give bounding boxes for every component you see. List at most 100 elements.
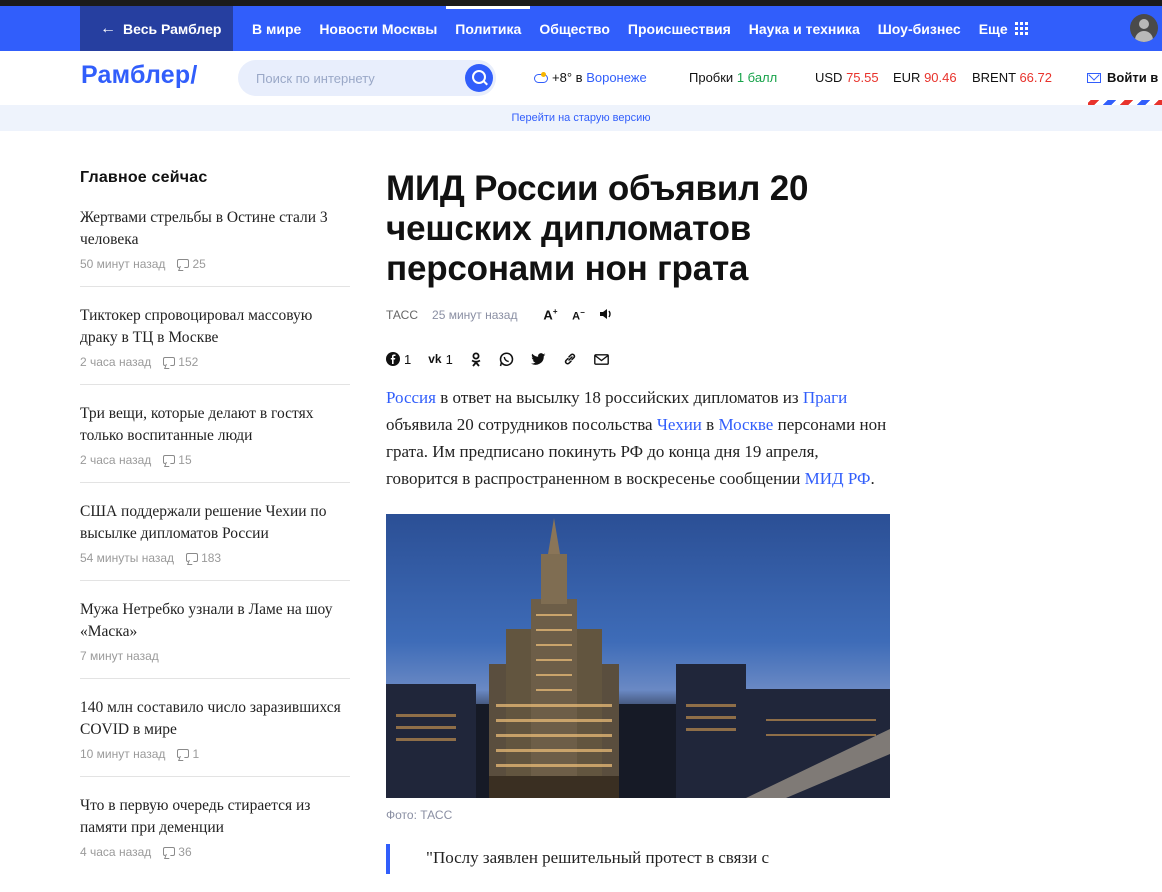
list-item[interactable]: Тиктокер спровоцировал массовую драку в …: [80, 305, 350, 385]
currency-eur[interactable]: EUR 90.46: [893, 70, 957, 85]
nav-item-world[interactable]: В мире: [243, 6, 310, 51]
odnoklassniki-icon: [471, 352, 481, 367]
font-decrease-button[interactable]: A−: [569, 308, 587, 323]
currency-value: 75.55: [846, 70, 879, 85]
share-facebook-count: 1: [404, 351, 412, 367]
currency-code: BRENT: [972, 70, 1016, 85]
nav-item-science[interactable]: Наука и техника: [740, 6, 869, 51]
comment-icon: [163, 847, 176, 856]
email-icon: [593, 353, 609, 365]
nav-item-label: Политика: [455, 20, 522, 37]
comment-count: 15: [178, 452, 192, 467]
share-whatsapp-button[interactable]: [499, 351, 514, 367]
comment-count: 36: [178, 844, 192, 859]
list-item[interactable]: Мужа Нетребко узнали в Ламе на шоу «Маск…: [80, 599, 350, 679]
search-button[interactable]: [465, 64, 493, 92]
twitter-icon: [530, 352, 546, 365]
sidebar-title: Главное сейчас: [80, 169, 208, 186]
nav-item-label: Еще: [978, 20, 1008, 37]
link-prague[interactable]: Праги: [803, 388, 847, 407]
news-headline[interactable]: 140 млн составило число заразившихся COV…: [80, 697, 348, 741]
currency-code: USD: [815, 70, 843, 85]
traffic-value: 1 балл: [736, 70, 778, 85]
share-ok-button[interactable]: [470, 352, 482, 367]
share-twitter-button[interactable]: [530, 352, 546, 366]
currency-usd[interactable]: USD 75.55: [815, 70, 879, 85]
nav-item-label: Наука и техника: [748, 20, 860, 37]
sidebar-news-list: Жертвами стрельбы в Остине стали 3 челов…: [80, 207, 350, 874]
currency-value: 90.46: [924, 70, 957, 85]
copy-link-button[interactable]: [563, 352, 577, 366]
link-mid[interactable]: МИД РФ: [805, 469, 871, 488]
article-title: МИД России объявил 20 чешских дипломатов…: [386, 169, 809, 288]
weather-cloud-sun-icon: [534, 72, 548, 83]
user-avatar[interactable]: [1130, 14, 1158, 42]
nav-item-label: Шоу-бизнес: [877, 20, 961, 37]
article-photo[interactable]: [386, 514, 890, 798]
nav-item-label: В мире: [252, 20, 302, 37]
news-time: 50 минут назад: [80, 256, 166, 271]
list-item[interactable]: США поддержали решение Чехии по высылке …: [80, 501, 350, 581]
currency-brent[interactable]: BRENT 66.72: [972, 70, 1052, 85]
share-bar: 1 vk 1: [386, 350, 891, 368]
photo-caption: Фото: ТАСС: [386, 808, 453, 822]
comment-icon: [163, 455, 176, 464]
list-item[interactable]: Три вещи, которые делают в гостях только…: [80, 403, 350, 483]
body-text: объявила 20 сотрудников посольства: [386, 415, 657, 434]
rambler-logo[interactable]: Рамблер/: [81, 61, 198, 90]
body-text: .: [870, 469, 875, 488]
share-vk-button[interactable]: vk 1: [428, 352, 453, 367]
article-source[interactable]: ТАСС: [386, 308, 418, 322]
news-headline[interactable]: Жертвами стрельбы в Остине стали 3 челов…: [80, 207, 348, 251]
back-to-rambler-label: Весь Рамблер: [123, 20, 222, 37]
vk-icon: vk: [428, 352, 442, 366]
share-facebook-button[interactable]: 1: [386, 352, 411, 367]
nav-item-incidents[interactable]: Происшествия: [619, 6, 740, 51]
comment-count: 152: [178, 354, 199, 369]
list-item[interactable]: Жертвами стрельбы в Остине стали 3 челов…: [80, 207, 350, 287]
speaker-icon[interactable]: [597, 308, 615, 323]
font-decrease-label: A: [572, 310, 581, 323]
article-time: 25 минут назад: [432, 308, 518, 322]
traffic-widget[interactable]: Пробки 1 балл: [689, 70, 777, 85]
mail-login-label: Войти в п: [1107, 70, 1162, 85]
nav-item-moscow-news[interactable]: Новости Москвы: [310, 6, 446, 51]
comment-count: 1: [192, 746, 200, 761]
old-version-link[interactable]: Перейти на старую версию: [0, 105, 1162, 131]
news-headline[interactable]: Три вещи, которые делают в гостях только…: [80, 403, 348, 447]
font-increase-button[interactable]: A+: [541, 307, 559, 322]
nav-items: В мире Новости Москвы Политика Общество …: [243, 6, 1037, 51]
news-headline[interactable]: Мужа Нетребко узнали в Ламе на шоу «Маск…: [80, 599, 348, 643]
nav-item-politics[interactable]: Политика: [446, 6, 531, 51]
body-text: в ответ на высылку 18 российских диплома…: [435, 388, 803, 407]
nav-item-more[interactable]: Еще: [970, 6, 1037, 51]
ministry-building-photo: [386, 518, 890, 798]
news-headline[interactable]: США поддержали решение Чехии по высылке …: [80, 501, 348, 545]
link-moscow[interactable]: Москве: [718, 415, 773, 434]
news-headline[interactable]: Что в первую очередь стирается из памяти…: [80, 795, 348, 839]
link-czech[interactable]: Чехии: [657, 415, 702, 434]
comment-icon: [163, 357, 176, 366]
list-item[interactable]: 140 млн составило число заразившихся COV…: [80, 697, 350, 777]
site-header: Рамблер/ +8° в Воронеже Пробки 1 балл US…: [0, 51, 1162, 105]
search-input[interactable]: [256, 60, 456, 96]
article-meta: ТАСС 25 минут назад A+ A−: [386, 303, 891, 327]
news-time: 2 часа назад: [80, 354, 152, 369]
arrow-left-icon: ←: [100, 19, 116, 37]
nav-item-showbiz[interactable]: Шоу-бизнес: [869, 6, 970, 51]
article: МИД России объявил 20 чешских дипломатов…: [386, 131, 891, 874]
traffic-label: Пробки: [689, 70, 734, 85]
article-body: Россия в ответ на высылку 18 российских …: [386, 384, 891, 492]
link-russia[interactable]: Россия: [386, 388, 436, 407]
top-nav-bar: ← Весь Рамблер В мире Новости Москвы Пол…: [0, 6, 1162, 51]
comment-icon: [177, 749, 190, 758]
nav-item-society[interactable]: Общество: [530, 6, 619, 51]
weather-widget[interactable]: +8° в Воронеже: [534, 70, 647, 85]
nav-item-label: Происшествия: [627, 20, 731, 37]
share-email-button[interactable]: [593, 353, 609, 365]
mail-login-link[interactable]: Войти в п: [1087, 70, 1162, 85]
list-item[interactable]: Что в первую очередь стирается из памяти…: [80, 795, 350, 874]
news-headline[interactable]: Тиктокер спровоцировал массовую драку в …: [80, 305, 348, 349]
nav-item-label: Новости Москвы: [319, 20, 438, 37]
back-to-rambler-button[interactable]: ← Весь Рамблер: [80, 6, 233, 51]
